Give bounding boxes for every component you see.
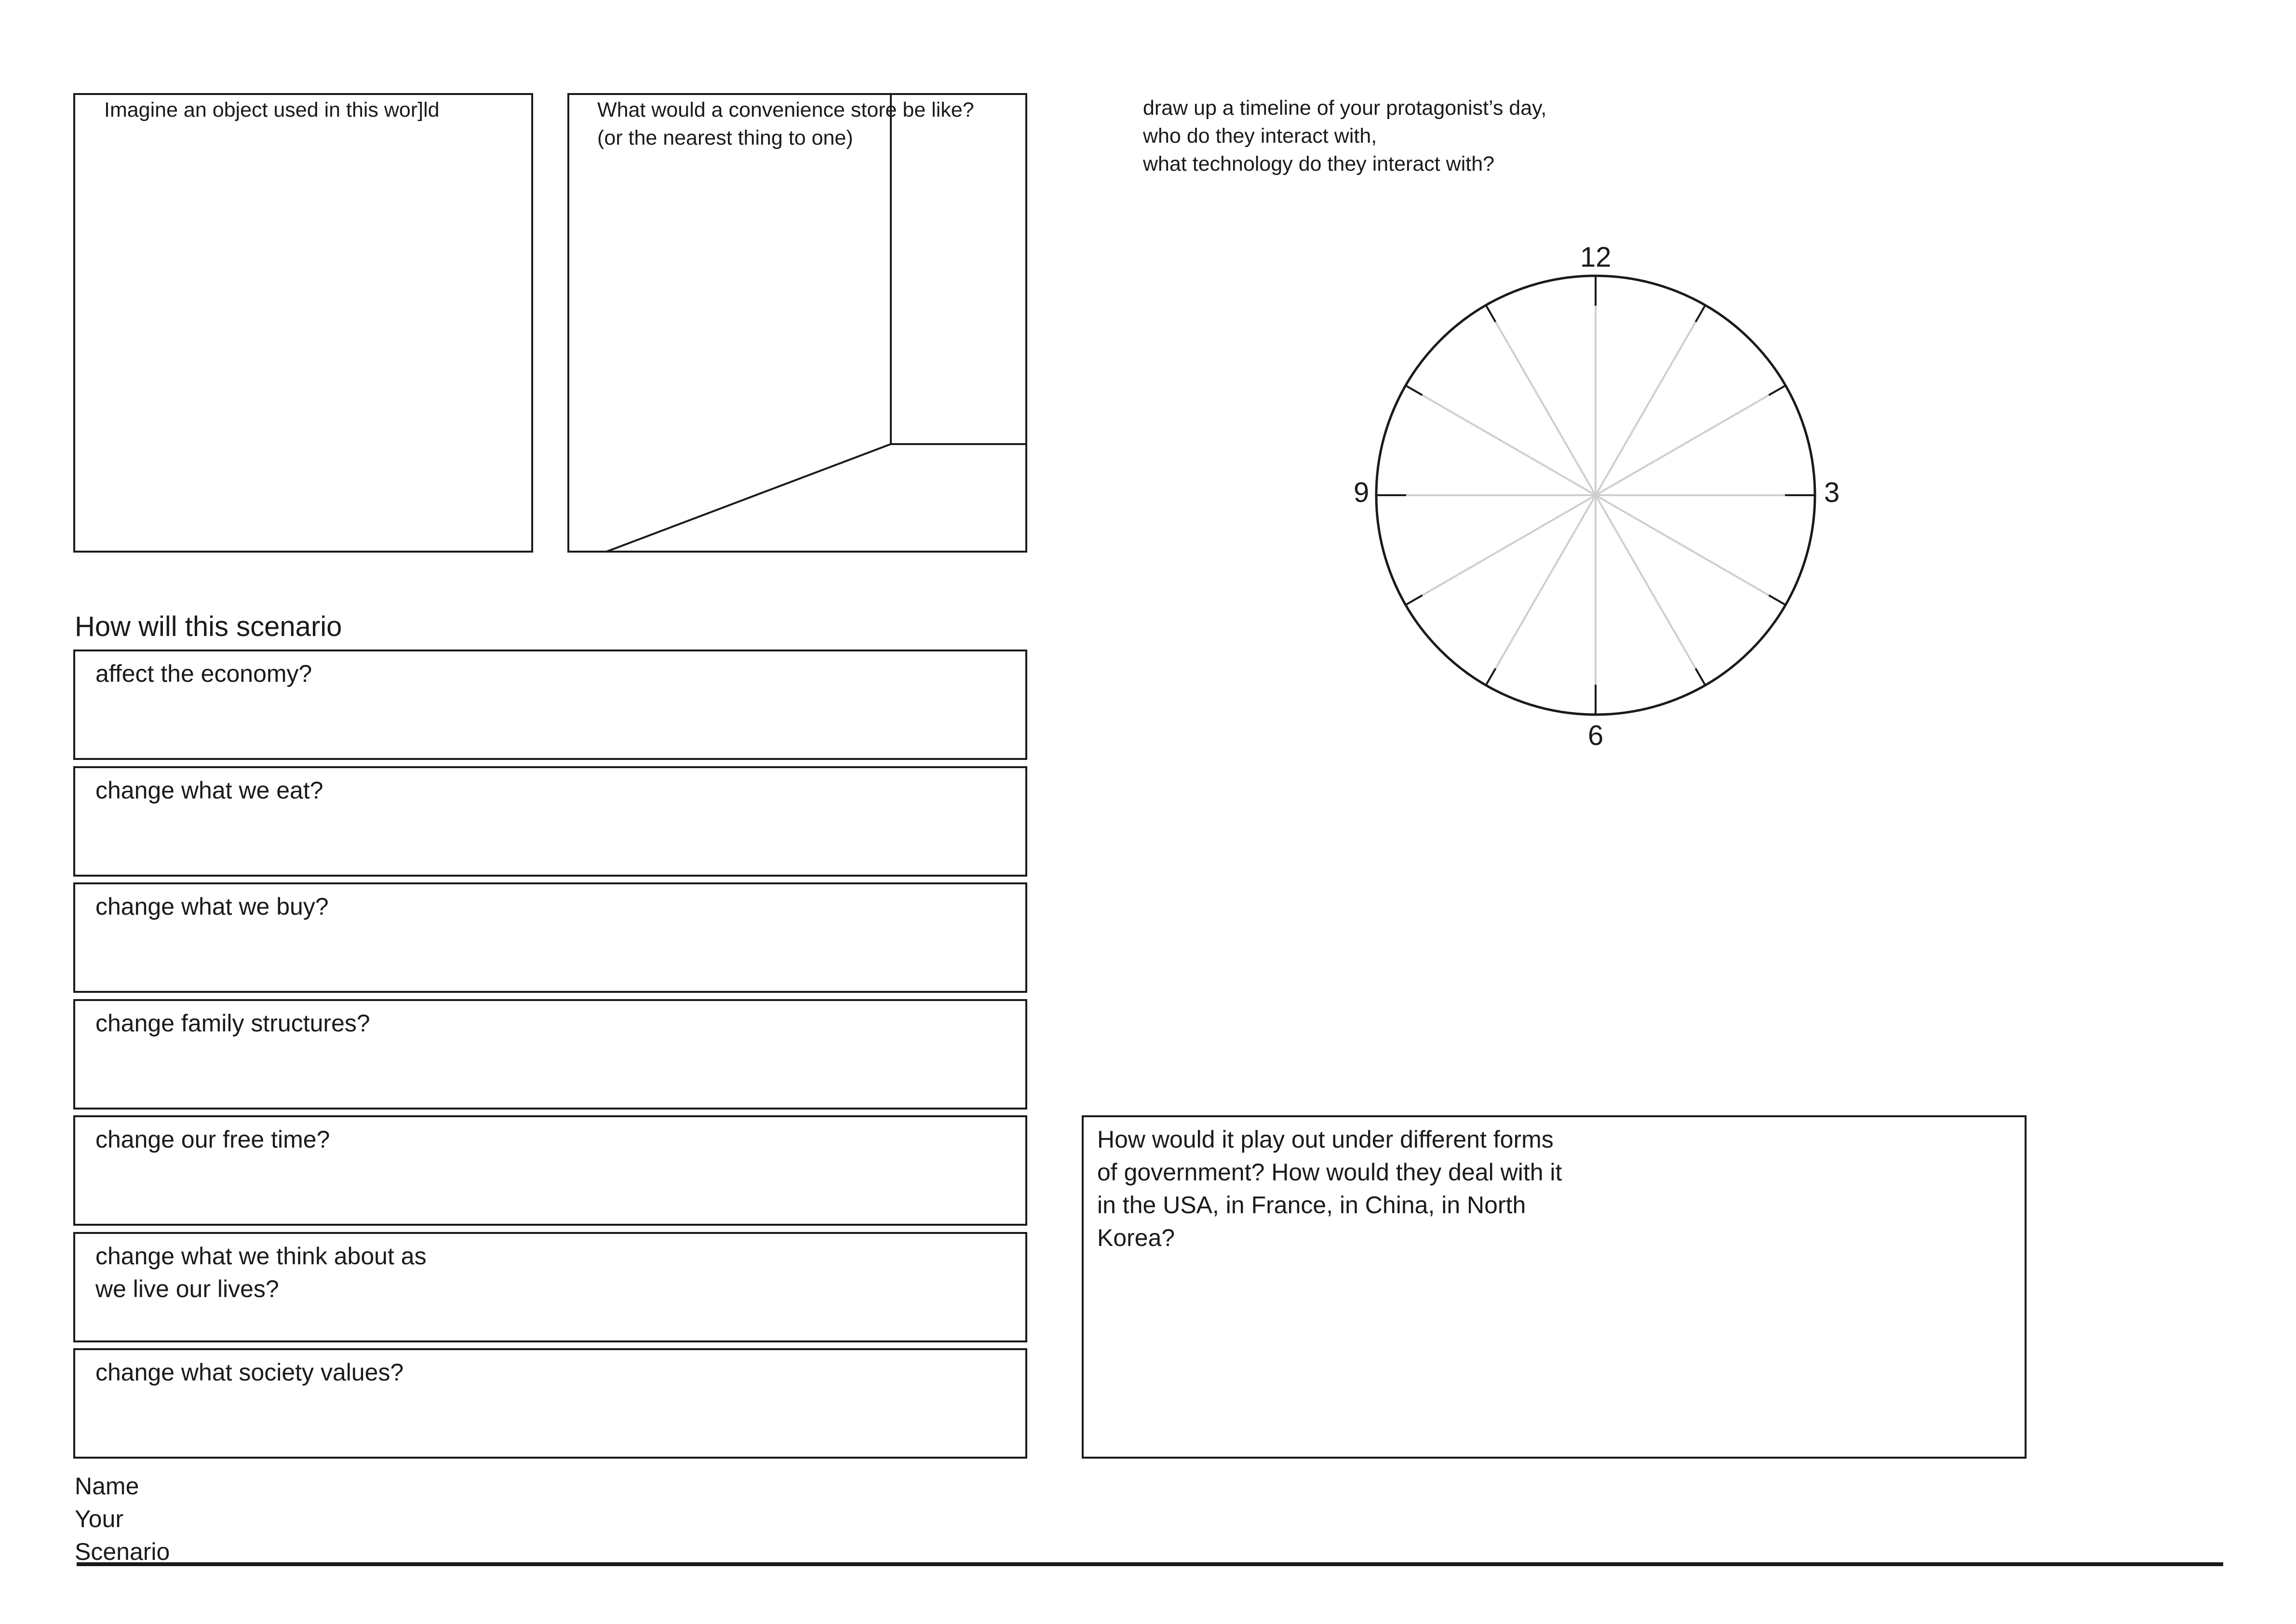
question-box-values[interactable]: change what society values? [73,1348,1027,1459]
clock-spoke [1595,494,1706,686]
clock-tick [1694,304,1706,323]
question-label-line-1: change what we think about as [95,1243,427,1270]
question-label: change what we eat? [95,777,323,804]
clock-label-6: 6 [1588,720,1604,751]
clock-tick [1485,304,1497,323]
timeline-prompt-line-3: what technology do they interact with? [1143,152,1495,176]
question-label: affect the economy? [95,660,312,687]
clock-spoke [1405,384,1597,496]
clock-tick [1405,384,1423,396]
clock-tick [1694,668,1706,686]
footer-name-label: Name [75,1473,139,1500]
clock-spoke [1595,304,1706,496]
clock-label-12: 12 [1580,242,1611,273]
question-box-eat[interactable]: change what we eat? [73,766,1027,877]
question-box-buy[interactable]: change what we buy? [73,882,1027,993]
question-label: change what we buy? [95,893,329,920]
footer-scenario-label: Scenario [75,1538,170,1565]
question-label: change what society values? [95,1359,404,1386]
question-label: change family structures? [95,1010,370,1037]
store-perspective-lines [606,94,1026,553]
government-prompt-line-1: How would it play out under different fo… [1097,1126,1554,1153]
question-label: change our free time? [95,1126,330,1153]
clock-label-3: 3 [1824,477,1840,508]
timeline-prompt-line-1: draw up a timeline of your protagonist’s… [1143,96,1547,120]
clock-label-9: 9 [1354,477,1370,508]
clock-tick [1405,594,1423,606]
store-floor-line [606,443,891,553]
scenario-heading: How will this scenario [75,611,342,642]
clock-tick [1768,594,1786,606]
clock-spoke [1405,494,1597,606]
clock-spoke [1485,304,1597,496]
clock-spoke [1485,494,1597,686]
footer-your-label: Your [75,1505,124,1532]
government-prompt-line-2: of government? How would they deal with … [1097,1159,1562,1186]
clock-spoke [1595,494,1786,606]
clock-spoke [1595,384,1786,496]
question-box-free-time[interactable]: change our free time? [73,1115,1027,1226]
government-prompt-line-4: Korea? [1097,1224,1175,1251]
clock-tick [1768,384,1786,396]
timeline-prompt-line-2: who do they interact with, [1143,124,1377,148]
government-box[interactable]: How would it play out under different fo… [1082,1115,2027,1459]
clock-tick [1485,668,1497,686]
question-box-family[interactable]: change family structures? [73,999,1027,1110]
government-prompt-line-3: in the USA, in France, in China, in Nort… [1097,1191,1526,1218]
question-label-line-2: we live our lives? [95,1275,279,1302]
question-box-economy[interactable]: affect the economy? [73,650,1027,760]
clock-face [1375,274,1816,716]
question-box-think[interactable]: change what we think about as we live ou… [73,1232,1027,1342]
